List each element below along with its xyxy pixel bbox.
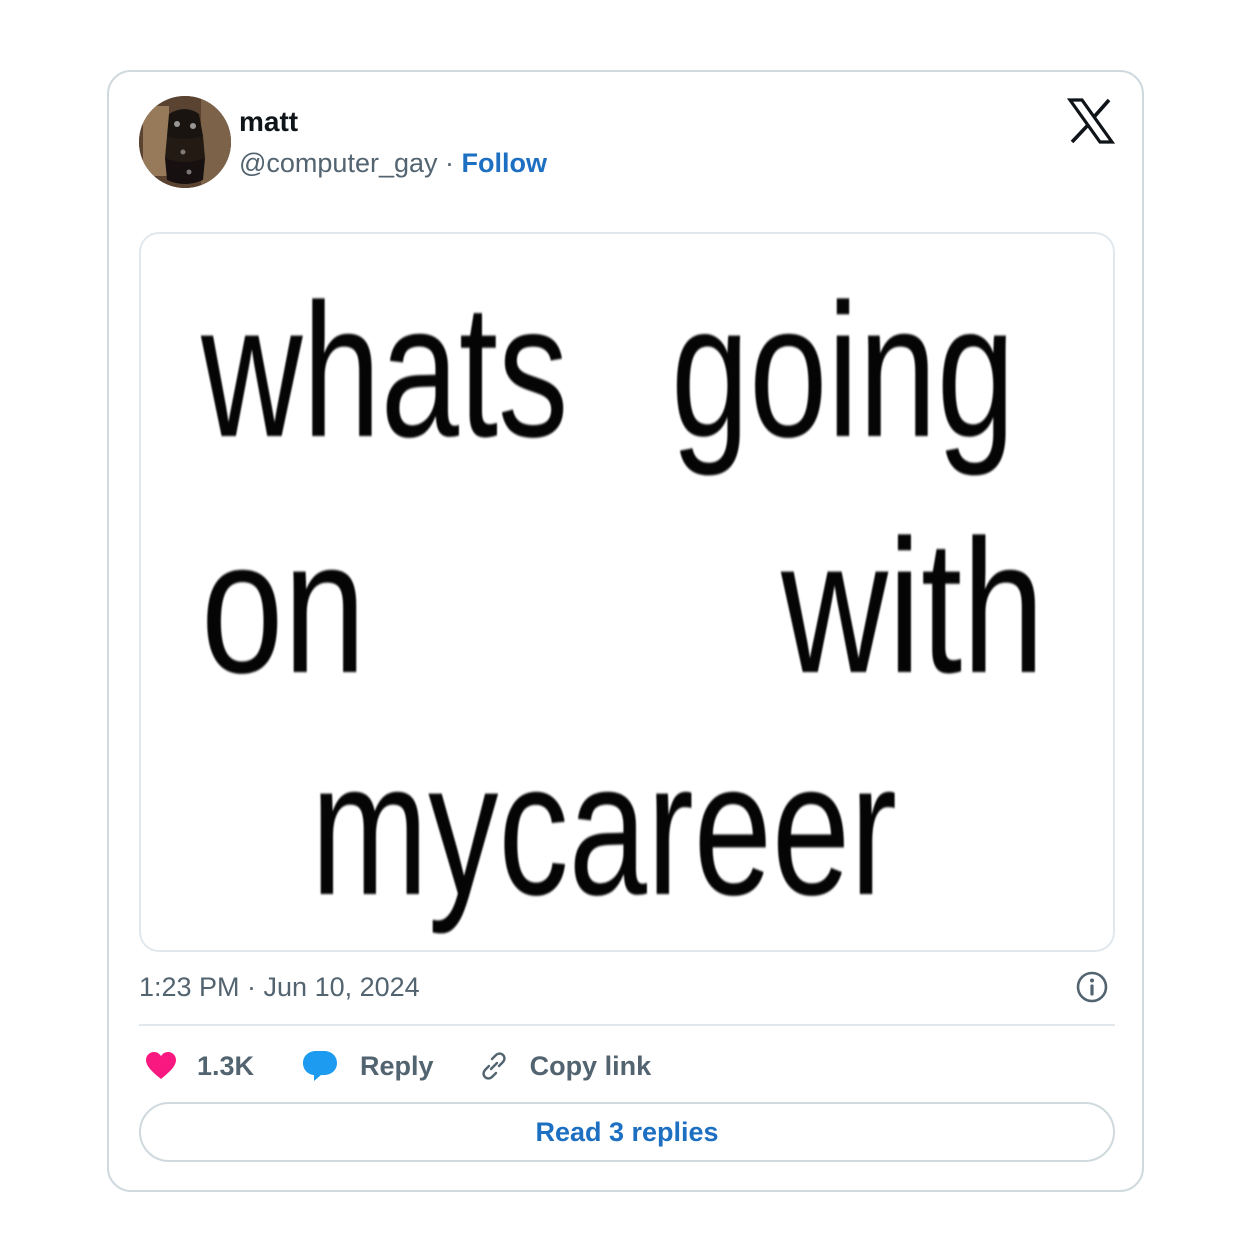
reply-label: Reply: [360, 1050, 434, 1081]
meme-word: with: [781, 501, 1045, 713]
reply-button[interactable]: Reply: [302, 1050, 434, 1082]
follow-button[interactable]: Follow: [462, 148, 547, 178]
info-circle-icon[interactable]: [1075, 970, 1109, 1004]
like-count: 1.3K: [197, 1050, 255, 1081]
author-handle-row: @computer_gay · Follow: [239, 148, 547, 179]
divider: [139, 1024, 1115, 1026]
copy-link-label: Copy link: [529, 1050, 652, 1081]
like-button[interactable]: 1.3K: [145, 1051, 254, 1082]
meme-word: on: [201, 501, 366, 713]
meme-word: going: [671, 265, 1016, 477]
meme-word: mycareer: [311, 723, 897, 935]
read-replies-button[interactable]: Read 3 replies: [139, 1102, 1115, 1162]
reply-bubble-icon: [303, 1051, 338, 1081]
tweet-media-image[interactable]: whats going on with mycareer: [139, 232, 1115, 952]
link-icon: [481, 1052, 506, 1080]
author-display-name[interactable]: matt: [239, 106, 298, 138]
embedded-tweet-card: matt @computer_gay · Follow whats going …: [107, 70, 1144, 1192]
author-avatar[interactable]: [139, 96, 231, 188]
avatar-photo: [139, 96, 231, 188]
copy-link-button[interactable]: Copy link: [478, 1050, 652, 1082]
handle-separator: ·: [445, 148, 455, 178]
author-handle[interactable]: @computer_gay: [239, 148, 438, 178]
x-logo-icon[interactable]: [1067, 98, 1115, 144]
tweet-actions-bar: 1.3K Reply Copy link: [139, 1044, 651, 1088]
meme-word: whats: [201, 265, 569, 477]
heart-icon: [146, 1052, 176, 1079]
tweet-timestamp[interactable]: 1:23 PM · Jun 10, 2024: [139, 972, 420, 1003]
